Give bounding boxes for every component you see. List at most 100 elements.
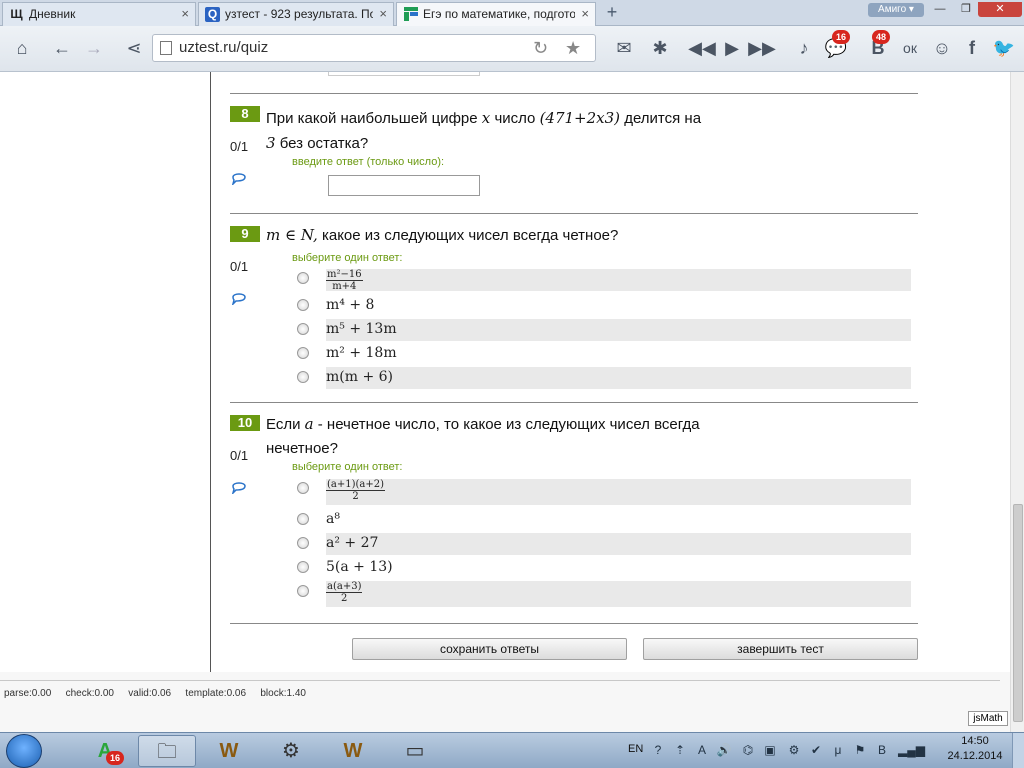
question-text-part: какое из следующих чисел всегда четное? bbox=[321, 227, 619, 244]
option-radio[interactable] bbox=[297, 561, 309, 573]
answer-option[interactable]: m⁴ + 8 bbox=[326, 295, 911, 317]
answer-option[interactable]: m²−16 m+4 bbox=[326, 269, 911, 292]
tab-close-icon[interactable]: × bbox=[181, 3, 189, 25]
page-scrollbar[interactable] bbox=[1010, 72, 1024, 732]
answer-option[interactable]: a(a+3) 2 bbox=[326, 581, 911, 607]
flag-icon[interactable]: ⚑ bbox=[852, 741, 868, 759]
tab-diary[interactable]: Щ Дневник × bbox=[2, 2, 196, 26]
option-radio[interactable] bbox=[297, 347, 309, 359]
fast-forward-icon[interactable]: ▶▶ bbox=[748, 34, 776, 62]
check-icon[interactable]: ✔ bbox=[808, 741, 824, 759]
signal-strength-icon[interactable]: ▂▄▆ bbox=[898, 741, 925, 759]
new-tab-button[interactable]: + bbox=[598, 2, 626, 24]
volume-icon[interactable]: 🔊 bbox=[716, 741, 732, 759]
network-icon[interactable]: ⌬ bbox=[740, 741, 756, 759]
answer-number-input[interactable] bbox=[328, 175, 480, 196]
puzzle-extension-icon[interactable]: ✱ bbox=[646, 34, 674, 62]
option-radio[interactable] bbox=[297, 482, 309, 494]
minimize-button[interactable]: — bbox=[926, 2, 954, 17]
reload-icon[interactable]: ↻ bbox=[533, 35, 548, 61]
question-text-part: При какой наибольшей цифре bbox=[266, 110, 478, 127]
image-viewer-icon[interactable]: ▭ bbox=[386, 735, 444, 767]
file-explorer-icon[interactable]: 🗀 bbox=[138, 735, 196, 767]
comment-icon[interactable] bbox=[231, 171, 247, 185]
twitter-icon[interactable]: 🐦 bbox=[990, 34, 1018, 62]
answer-option[interactable]: m(m + 6) bbox=[326, 367, 911, 389]
vk-tray-icon[interactable]: B bbox=[874, 741, 890, 759]
comment-icon[interactable] bbox=[231, 480, 247, 494]
answer-option[interactable]: 5(a + 13) bbox=[326, 557, 911, 579]
mail-icon[interactable]: ✉ bbox=[610, 34, 638, 62]
amigo-browser-icon[interactable]: A 16 bbox=[76, 735, 134, 767]
tab-title: узтест - 923 результата. Пои bbox=[225, 7, 373, 21]
amigo-badge: 16 bbox=[106, 751, 124, 765]
bookmark-star-icon[interactable]: ★ bbox=[565, 35, 581, 61]
wow-game-icon-2[interactable]: W bbox=[324, 735, 382, 767]
option-text: m⁴ + 8 bbox=[326, 297, 375, 313]
chat-bubbles-icon[interactable]: 💬 16 bbox=[822, 30, 850, 62]
steam-icon[interactable]: ⚙ bbox=[262, 735, 320, 767]
jsmath-button[interactable]: jsMath bbox=[968, 711, 1008, 726]
play-icon[interactable]: ▶ bbox=[718, 34, 746, 62]
finish-test-button[interactable]: завершить тест bbox=[643, 638, 918, 660]
tab-close-icon[interactable]: × bbox=[581, 3, 589, 25]
option-radio[interactable] bbox=[297, 299, 309, 311]
rewind-icon[interactable]: ◀◀ bbox=[688, 34, 716, 62]
answer-option[interactable]: m⁵ + 13m bbox=[326, 319, 911, 341]
user-menu-button[interactable]: Амиго ▾ bbox=[868, 3, 924, 17]
comment-icon[interactable] bbox=[231, 291, 247, 305]
vk-badge: 48 bbox=[872, 30, 890, 44]
option-text: m(m + 6) bbox=[326, 369, 394, 385]
answer-option[interactable]: a⁸ bbox=[326, 509, 911, 531]
answer-option[interactable]: m² + 18m bbox=[326, 343, 911, 365]
question-separator bbox=[230, 93, 918, 94]
option-fraction: a(a+3) 2 bbox=[326, 581, 363, 604]
tab-close-icon[interactable]: × bbox=[379, 3, 387, 25]
maximize-button[interactable]: ❐ bbox=[952, 2, 980, 17]
diary-favicon-icon: Щ bbox=[10, 7, 23, 21]
language-indicator[interactable]: EN bbox=[628, 743, 643, 755]
save-answers-button[interactable]: сохранить ответы bbox=[352, 638, 627, 660]
torrent-icon[interactable]: μ bbox=[830, 741, 846, 759]
option-radio[interactable] bbox=[297, 585, 309, 597]
answer-hint: введите ответ (только число): bbox=[292, 156, 445, 168]
scrollbar-thumb[interactable] bbox=[1013, 504, 1023, 722]
tab-search[interactable]: Q узтест - 923 результата. Пои × bbox=[198, 2, 394, 26]
option-fraction: m²−16 m+4 bbox=[326, 269, 363, 292]
question-number: 9 bbox=[230, 226, 260, 242]
forward-icon[interactable]: → bbox=[80, 34, 108, 62]
amigo-tray-icon[interactable]: A bbox=[694, 741, 710, 759]
share-icon[interactable]: ⋖ bbox=[120, 34, 148, 62]
answer-option[interactable]: a² + 27 bbox=[326, 533, 911, 555]
option-radio[interactable] bbox=[297, 272, 309, 284]
taskbar-clock[interactable]: 14:50 24.12.2014 bbox=[940, 734, 1010, 764]
option-radio[interactable] bbox=[297, 371, 309, 383]
odnoklassniki-icon[interactable]: ок bbox=[896, 34, 924, 62]
url-text[interactable]: uztest.ru/quiz bbox=[179, 35, 268, 61]
facebook-icon[interactable]: f bbox=[958, 34, 986, 62]
back-icon[interactable]: ← bbox=[48, 34, 76, 62]
tab-ege-math[interactable]: Егэ по математике, подгото × bbox=[396, 2, 596, 27]
smiley-icon[interactable]: ☺ bbox=[928, 34, 956, 62]
address-bar[interactable]: uztest.ru/quiz ↻ ★ bbox=[152, 34, 596, 62]
show-desktop-button[interactable] bbox=[1012, 733, 1024, 768]
close-window-button[interactable]: ✕ bbox=[978, 2, 1022, 17]
answer-option[interactable]: (a+1)(a+2) 2 bbox=[326, 479, 911, 505]
wow-game-icon[interactable]: W bbox=[200, 735, 258, 767]
windows-start-button[interactable] bbox=[6, 734, 42, 768]
tray-arrow-icon[interactable]: ⇡ bbox=[672, 741, 688, 759]
display-icon[interactable]: ▣ bbox=[762, 741, 778, 759]
option-radio[interactable] bbox=[297, 513, 309, 525]
home-icon[interactable]: ⌂ bbox=[8, 34, 36, 62]
previous-answer-input[interactable] bbox=[328, 72, 480, 76]
vk-icon[interactable]: B 48 bbox=[864, 30, 892, 62]
question-text-part: делится на bbox=[624, 110, 702, 127]
math-expression: (471+2x3) bbox=[539, 109, 621, 127]
music-note-icon[interactable]: ♪ bbox=[790, 34, 818, 62]
option-radio[interactable] bbox=[297, 323, 309, 335]
option-radio[interactable] bbox=[297, 537, 309, 549]
browser-toolbar: ⌂ ← → ⋖ uztest.ru/quiz ↻ ★ ✉ ✱ ◀◀ ▶ ▶▶ ♪… bbox=[0, 26, 1024, 72]
steam-tray-icon[interactable]: ⚙ bbox=[786, 741, 802, 759]
question-text: При какой наибольшей цифре x число (471+… bbox=[266, 106, 736, 156]
help-icon[interactable]: ? bbox=[650, 741, 666, 759]
